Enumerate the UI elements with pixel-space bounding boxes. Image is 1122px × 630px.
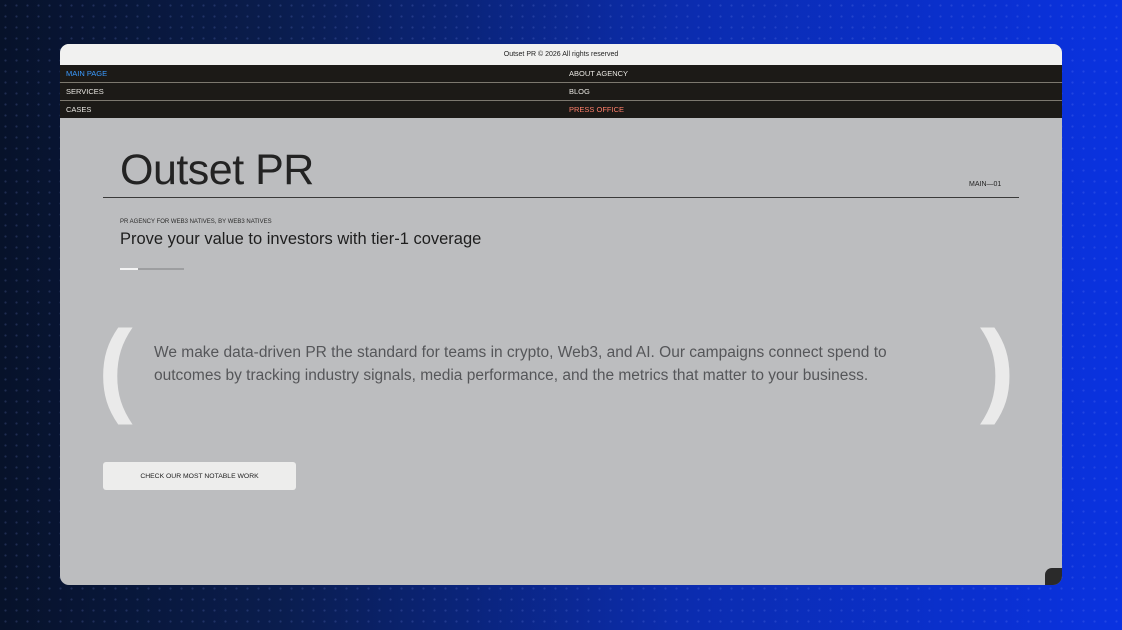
hero-subtitle: Prove your value to investors with tier-…: [120, 230, 482, 248]
main-nav: MAIN PAGE ABOUT AGENCY SERVICES BLOG CAS…: [60, 65, 1062, 118]
open-bracket-icon: (: [98, 310, 133, 426]
nav-link-press-office[interactable]: PRESS OFFICE: [569, 101, 624, 118]
copyright-text: Outset PR © 2026 All rights reserved: [503, 51, 619, 58]
nav-link-blog[interactable]: BLOG: [569, 83, 590, 100]
mission-statement: We make data-driven PR the standard for …: [154, 344, 887, 384]
nav-link-main-page[interactable]: MAIN PAGE: [66, 65, 107, 82]
tagline: PR AGENCY FOR WEB3 NATIVES, BY WEB3 NATI…: [120, 219, 272, 225]
nav-link-services[interactable]: SERVICES: [66, 83, 104, 100]
site-window: Outset PR © 2026 All rights reserved MAI…: [60, 44, 1062, 585]
nav-link-about-agency[interactable]: ABOUT AGENCY: [569, 65, 628, 82]
nav-row: SERVICES BLOG: [60, 83, 1062, 101]
nav-row: CASES PRESS OFFICE: [60, 101, 1062, 118]
nav-row: MAIN PAGE ABOUT AGENCY: [60, 65, 1062, 83]
slide-progress[interactable]: [120, 268, 184, 270]
corner-widget-icon[interactable]: [1045, 568, 1062, 585]
section-code: MAIN—01: [969, 181, 1002, 188]
copyright-bar: Outset PR © 2026 All rights reserved: [60, 44, 1062, 65]
slide-progress-fill: [120, 268, 138, 270]
page-title: Outset PR: [120, 146, 314, 194]
title-divider: [103, 197, 1019, 198]
notable-work-button[interactable]: CHECK OUR MOST NOTABLE WORK: [103, 462, 296, 490]
nav-link-cases[interactable]: CASES: [66, 101, 91, 118]
close-bracket-icon: ): [980, 310, 1015, 426]
